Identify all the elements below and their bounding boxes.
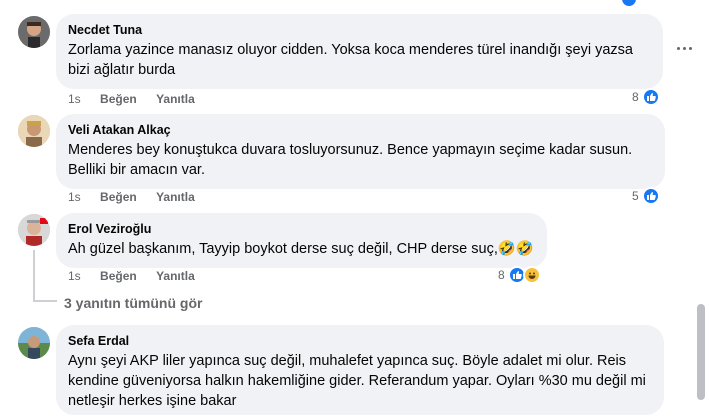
thread-line: [33, 250, 35, 300]
comment-time[interactable]: 1s: [68, 189, 81, 205]
thread-line: [33, 300, 57, 302]
comment-text: Ah güzel başkanım, Tayyip boykot derse s…: [68, 241, 534, 257]
reaction-count: 5: [632, 189, 639, 203]
avatar-erol-veziroglu[interactable]: [18, 214, 50, 246]
comment-author[interactable]: Necdet Tuna: [68, 22, 651, 38]
comment-time[interactable]: 1s: [68, 268, 81, 284]
like-button[interactable]: Beğen: [100, 268, 137, 284]
like-button[interactable]: Beğen: [100, 91, 137, 107]
more-options-button[interactable]: [672, 40, 696, 56]
avatar-sefa-erdal[interactable]: [18, 327, 50, 359]
haha-icon: [522, 266, 541, 284]
avatar-necdet-tuna[interactable]: [18, 16, 50, 48]
reply-button[interactable]: Yanıtla: [156, 91, 195, 107]
comment-bubble: Erol Veziroğlu Ah güzel başkanım, Tayyip…: [56, 213, 547, 268]
comment-bubble: Necdet Tuna Zorlama yazince manasız oluy…: [56, 14, 663, 89]
comment-actions: 1s Beğen Yanıtla: [68, 268, 211, 284]
scrollbar-thumb[interactable]: [697, 304, 705, 400]
reply-button[interactable]: Yanıtla: [156, 268, 195, 284]
like-button[interactable]: Beğen: [100, 189, 137, 205]
comment-text: Aynı şeyi AKP liler yapınca suç değil, m…: [68, 353, 646, 409]
comment-actions: 1s Beğen Yanıtla: [68, 189, 211, 205]
like-icon-partial: [620, 0, 638, 8]
reaction-summary[interactable]: 8: [498, 265, 541, 285]
comment-author[interactable]: Veli Atakan Alkaç: [68, 122, 653, 138]
like-icon: [641, 187, 660, 205]
comment-author[interactable]: Erol Veziroğlu: [68, 221, 535, 237]
reaction-summary[interactable]: 5: [632, 186, 660, 206]
comment-author[interactable]: Sefa Erdal: [68, 333, 652, 349]
avatar-veli-atakan-alkac[interactable]: [18, 115, 50, 147]
comment-actions: 1s Beğen Yanıtla: [68, 91, 211, 107]
reaction-count: 8: [632, 90, 639, 104]
comment-bubble: Veli Atakan Alkaç Menderes bey konuştukc…: [56, 114, 665, 189]
like-icon: [641, 88, 660, 106]
comment-time[interactable]: 1s: [68, 91, 81, 107]
comment-text: Zorlama yazince manasız oluyor cidden. Y…: [68, 42, 633, 78]
reaction-count: 8: [498, 268, 505, 282]
view-replies-link[interactable]: 3 yanıtın tümünü gör: [64, 294, 202, 312]
reaction-summary[interactable]: 8: [632, 87, 660, 107]
comment-text: Menderes bey konuştukca duvara tosluyors…: [68, 142, 633, 178]
comment-bubble: Sefa Erdal Aynı şeyi AKP liler yapınca s…: [56, 325, 664, 415]
reply-button[interactable]: Yanıtla: [156, 189, 195, 205]
